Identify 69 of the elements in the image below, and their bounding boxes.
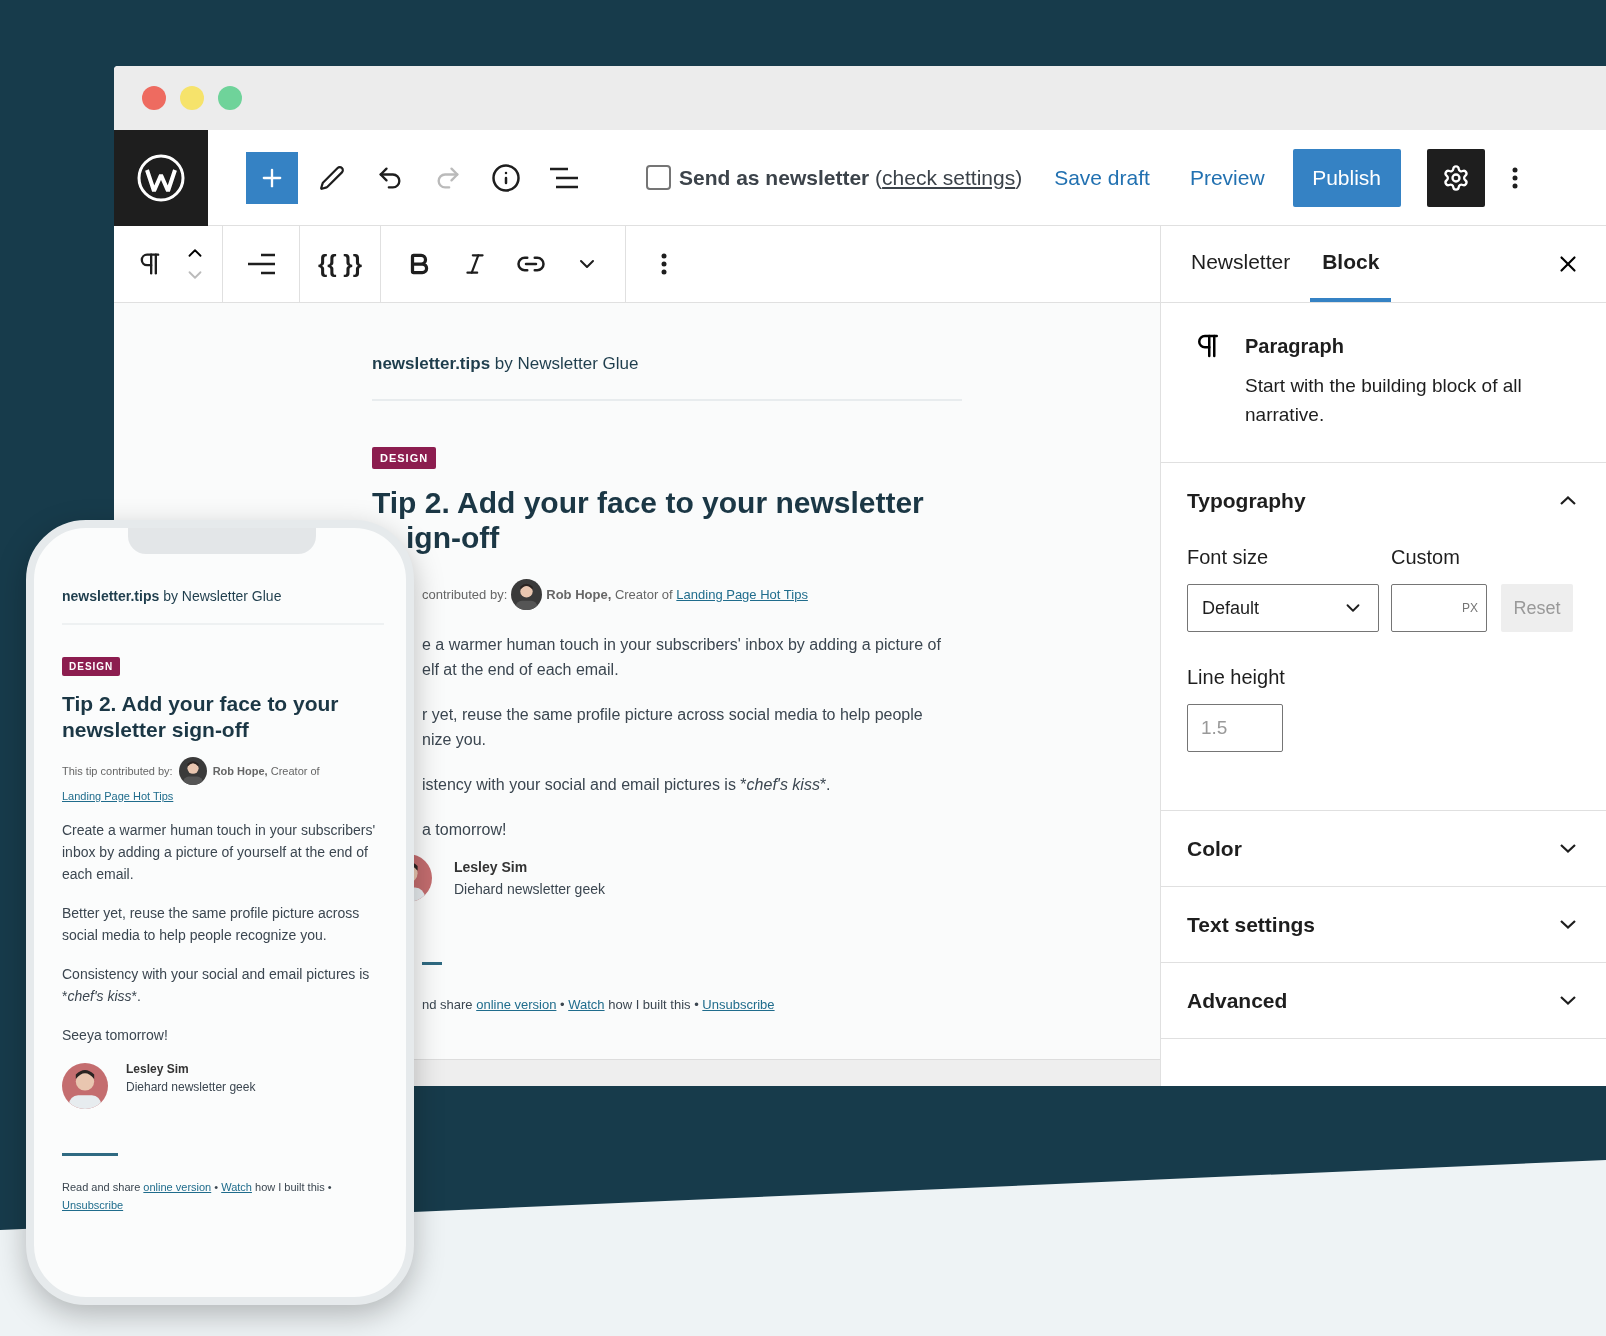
contributor-link[interactable]: Landing Page Hot Tips bbox=[62, 790, 174, 802]
logo-tile[interactable] bbox=[114, 129, 208, 226]
author-name: Lesley Sim bbox=[126, 1061, 190, 1078]
more-icon bbox=[661, 253, 668, 275]
add-block-button[interactable] bbox=[246, 151, 298, 204]
align-icon bbox=[247, 252, 275, 276]
block-name: Paragraph bbox=[1245, 334, 1345, 359]
panel-header[interactable]: Typography bbox=[1161, 463, 1606, 538]
paragraph: a tomorrow! bbox=[422, 820, 508, 840]
field-label: Font size bbox=[1187, 545, 1270, 570]
newsletter-checkbox[interactable] bbox=[646, 165, 671, 190]
footer-link[interactable]: Watch bbox=[221, 1181, 252, 1193]
list-view-icon bbox=[549, 165, 579, 190]
pen-icon bbox=[319, 164, 345, 191]
post-title: Tip 2. Add your face to your newsletter sign-off bbox=[62, 691, 340, 743]
settings-icon bbox=[1441, 163, 1470, 192]
field-label: Line height bbox=[1187, 665, 1286, 690]
contributor-prefix: contributed by: bbox=[422, 585, 508, 604]
contributor-text: Rob Hope, Creator of bbox=[212, 764, 320, 779]
paragraph: elf at the end of each email. bbox=[422, 660, 620, 680]
field-label: Custom bbox=[1391, 545, 1461, 570]
author-role: Diehard newsletter geek bbox=[126, 1079, 256, 1096]
chevron-down-icon bbox=[1560, 996, 1576, 1005]
custom-size-field[interactable]: PX bbox=[1391, 584, 1487, 632]
logo-icon bbox=[136, 152, 186, 203]
chevron-up-icon bbox=[1560, 496, 1576, 505]
footer-text: Read and share online version • Watch how I built this • Unsubscribe bbox=[62, 1180, 333, 1213]
footer-link[interactable]: online version bbox=[476, 997, 557, 1012]
contributor-link[interactable]: Landing Page Hot Tips bbox=[676, 586, 808, 602]
variables-button[interactable]: {{ }} bbox=[314, 240, 367, 288]
contributor-text: Rob Hope, Creator of Landing Page Hot Tips bbox=[546, 585, 808, 604]
post-title: Tip 2. Add your face to your newsletter ign-off bbox=[372, 485, 925, 555]
panel-header[interactable]: Advanced bbox=[1161, 963, 1606, 1038]
line-height-field[interactable]: 1.5 bbox=[1187, 704, 1283, 752]
paragraph: istency with your social and email pictures is *chef's kiss*. bbox=[422, 775, 832, 795]
newsletter-label: Send as newsletter (check settings) bbox=[679, 164, 1023, 191]
footer-link[interactable]: Unsubscribe bbox=[702, 997, 775, 1012]
footer-link[interactable]: Unsubscribe bbox=[62, 1199, 124, 1211]
author-role: Diehard newsletter geek bbox=[454, 880, 605, 899]
paragraph: e a warmer human touch in your subscribers' inbox by adding a picture of bbox=[422, 635, 942, 655]
paragraph: Consistency with your social and email pictures is *chef's kiss*. bbox=[62, 965, 371, 1006]
sidebar-tab[interactable]: Newsletter bbox=[1179, 226, 1303, 302]
check-settings-link[interactable]: check settings bbox=[882, 165, 1016, 189]
paragraph: r yet, reuse the same profile picture across social media to help people bbox=[422, 705, 924, 725]
panel-header[interactable]: Color bbox=[1161, 811, 1606, 886]
sidebar-tab[interactable]: Block bbox=[1310, 226, 1392, 302]
panel-header[interactable]: Text settings bbox=[1161, 887, 1606, 962]
category-tag: DESIGN bbox=[62, 657, 121, 676]
block-description: Start with the building block of all narrative. bbox=[1245, 374, 1523, 427]
author-name: Lesley Sim bbox=[454, 858, 529, 877]
footer-link[interactable]: Watch bbox=[568, 997, 605, 1012]
save-draft-button[interactable]: Save draft bbox=[1052, 161, 1152, 194]
site-name: newsletter.tips by Newsletter Glue bbox=[62, 587, 283, 606]
publish-button[interactable]: Publish bbox=[1292, 148, 1401, 207]
info-icon bbox=[491, 162, 521, 193]
chevron-down-icon bbox=[1560, 844, 1576, 853]
paragraph: Seeya tomorrow! bbox=[62, 1026, 169, 1045]
paragraph: nize you. bbox=[422, 730, 488, 750]
footer-link[interactable]: online version bbox=[143, 1181, 212, 1193]
paragraph: Create a warmer human touch in your subscribers' inbox by adding a picture of yourself at the end of each email. bbox=[62, 821, 377, 884]
contributor-prefix: This tip contributed by: bbox=[62, 764, 173, 779]
chevron-down-icon bbox=[1560, 920, 1576, 929]
paragraph: Better yet, reuse the same profile picture across social media to help people recognize you. bbox=[62, 904, 361, 945]
site-name: newsletter.tips by Newsletter Glue bbox=[372, 353, 640, 375]
font-size-select[interactable]: Default bbox=[1187, 584, 1379, 632]
settings-button[interactable] bbox=[1426, 148, 1485, 207]
category-tag: DESIGN bbox=[372, 446, 437, 469]
more-icon bbox=[1511, 166, 1518, 189]
preview-button[interactable]: Preview bbox=[1189, 161, 1265, 194]
